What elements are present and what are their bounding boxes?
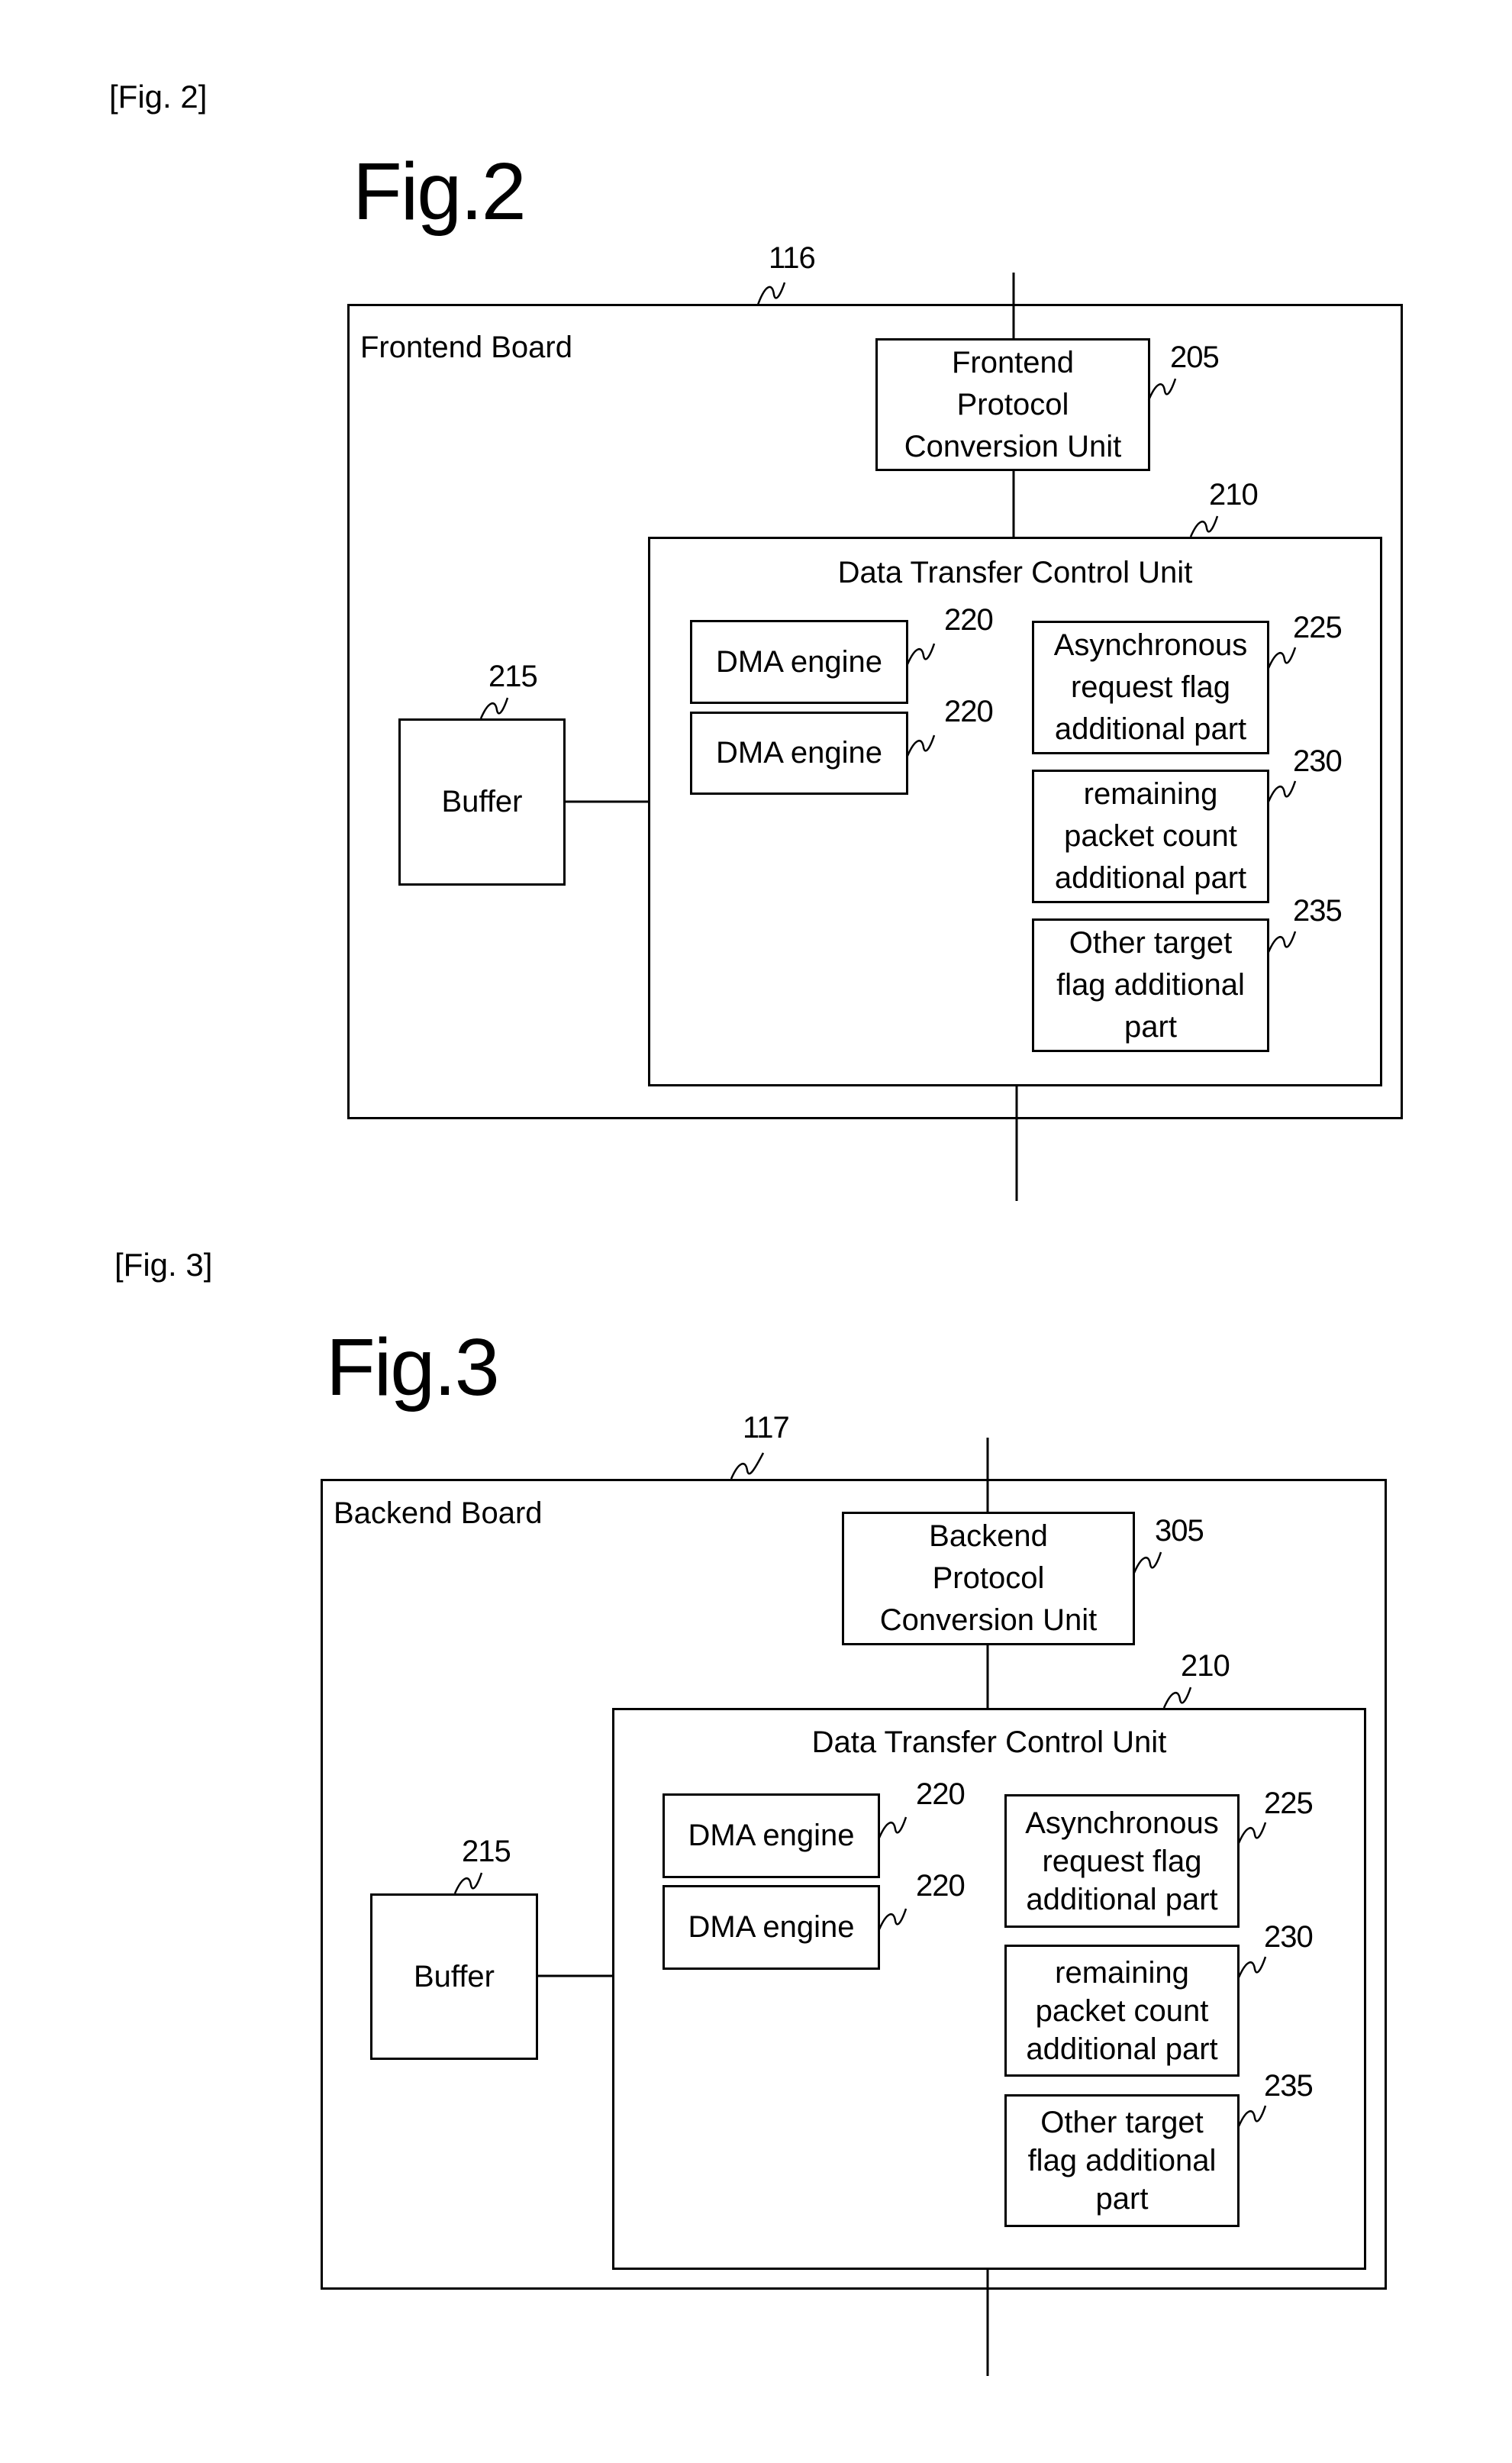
remaining-packet-count-part: remaining packet count additional part: [1032, 770, 1269, 903]
dma-engine: DMA engine: [690, 712, 908, 795]
label-line: Protocol: [932, 1561, 1045, 1595]
async-request-flag-part: Asynchronous request flag additional par…: [1032, 621, 1269, 754]
dma-engine: DMA engine: [690, 620, 908, 704]
dma-engine-ref-number: 220: [944, 603, 994, 637]
part-ref-number: 225: [1293, 611, 1343, 644]
board-label: Frontend Board: [360, 331, 572, 364]
label-line: additional part: [1026, 2032, 1218, 2066]
dtcu-ref-number: 210: [1181, 1649, 1230, 1683]
label-line: Other target: [1040, 2106, 1204, 2139]
buffer: Buffer: [398, 718, 566, 886]
part-label: Asynchronous request flag additional par…: [1007, 1796, 1237, 1926]
label-line: Conversion Unit: [879, 1603, 1098, 1637]
label-line: part: [1095, 2182, 1149, 2216]
part-ref-number: 225: [1264, 1787, 1314, 1820]
part-ref-number: 235: [1293, 894, 1343, 928]
label-line: request flag: [1042, 1844, 1202, 1878]
label-line: Frontend: [951, 345, 1075, 379]
protocol-conversion-unit-label: Backend Protocol Conversion Unit: [844, 1514, 1133, 1643]
other-target-flag-part: Other target flag additional part: [1032, 918, 1269, 1052]
protocol-unit-ref-number: 305: [1155, 1514, 1204, 1548]
dma-engine-label: DMA engine: [665, 1887, 878, 1967]
dtcu-label: Data Transfer Control Unit: [811, 1725, 1167, 1759]
label-line: part: [1124, 1010, 1177, 1044]
label-line: Buffer: [414, 1959, 495, 1993]
dma-engine: DMA engine: [663, 1885, 880, 1970]
board-label: Backend Board: [334, 1496, 543, 1530]
dma-engine-ref-number: 220: [916, 1777, 966, 1811]
dma-engine: DMA engine: [663, 1793, 880, 1878]
figure-tag: [Fig. 3]: [114, 1247, 213, 1283]
board-ref-number: 117: [743, 1411, 790, 1445]
dma-engine-ref-number: 220: [916, 1869, 966, 1903]
label-line: Other target: [1069, 926, 1233, 960]
label-line: DMA engine: [716, 644, 882, 679]
dtcu-ref-number: 210: [1209, 478, 1259, 512]
buffer: Buffer: [370, 1893, 538, 2060]
label-line: Asynchronous: [1053, 628, 1248, 662]
buffer-ref-number: 215: [488, 660, 538, 693]
part-label: Asynchronous request flag additional par…: [1034, 623, 1267, 752]
buffer-label: Buffer: [372, 1896, 536, 2058]
part-label: Other target flag additional part: [1034, 921, 1267, 1050]
part-ref-number: 230: [1264, 1920, 1314, 1954]
remaining-packet-count-part: remaining packet count additional part: [1004, 1945, 1240, 2077]
buffer-ref-number: 215: [462, 1835, 511, 1868]
fig2-leader-116: [756, 282, 786, 305]
protocol-conversion-unit: Backend Protocol Conversion Unit: [842, 1512, 1135, 1645]
dma-engine-label: DMA engine: [692, 714, 906, 792]
label-line: additional part: [1054, 861, 1247, 895]
label-line: flag additional: [1056, 968, 1245, 1002]
protocol-conversion-unit: Frontend Protocol Conversion Unit: [875, 338, 1150, 471]
buffer-label: Buffer: [401, 721, 563, 883]
label-line: request flag: [1070, 670, 1231, 704]
label-line: DMA engine: [688, 1910, 855, 1944]
data-transfer-control-unit: Data Transfer Control Unit: [612, 1708, 1366, 2270]
label-line: Protocol: [956, 387, 1069, 421]
label-line: remaining: [1083, 777, 1218, 811]
dma-engine-ref-number: 220: [944, 695, 994, 728]
part-ref-number: 235: [1264, 2069, 1314, 2103]
label-line: DMA engine: [688, 1819, 855, 1852]
label-line: Conversion Unit: [904, 429, 1122, 463]
other-target-flag-part: Other target flag additional part: [1004, 2094, 1240, 2227]
figure-title: Fig.2: [353, 147, 527, 237]
dma-engine-label: DMA engine: [692, 622, 906, 702]
protocol-unit-ref-number: 205: [1170, 341, 1220, 374]
part-label: remaining packet count additional part: [1007, 1947, 1237, 2074]
label-line: Backend: [929, 1519, 1048, 1553]
part-ref-number: 230: [1293, 744, 1343, 778]
part-label: Other target flag additional part: [1007, 2097, 1237, 2225]
protocol-conversion-unit-label: Frontend Protocol Conversion Unit: [878, 341, 1148, 469]
label-line: packet count: [1035, 1993, 1209, 2028]
label-line: remaining: [1055, 1955, 1189, 1990]
label-line: additional part: [1026, 1882, 1218, 1916]
label-line: Asynchronous: [1025, 1806, 1219, 1840]
async-request-flag-part: Asynchronous request flag additional par…: [1004, 1794, 1240, 1928]
label-line: packet count: [1064, 819, 1237, 853]
label-line: additional part: [1054, 712, 1247, 746]
data-transfer-control-unit: Data Transfer Control Unit: [648, 537, 1382, 1086]
part-label: remaining packet count additional part: [1034, 772, 1267, 901]
label-line: DMA engine: [716, 736, 882, 770]
fig3-leader-117: [730, 1452, 765, 1480]
figure-title: Fig.3: [326, 1322, 500, 1412]
dtcu-label: Data Transfer Control Unit: [837, 556, 1193, 589]
figure-tag: [Fig. 2]: [109, 79, 208, 115]
label-line: flag additional: [1027, 2144, 1217, 2177]
board-ref-number: 116: [769, 241, 816, 275]
dma-engine-label: DMA engine: [665, 1796, 878, 1876]
label-line: Buffer: [441, 785, 523, 818]
